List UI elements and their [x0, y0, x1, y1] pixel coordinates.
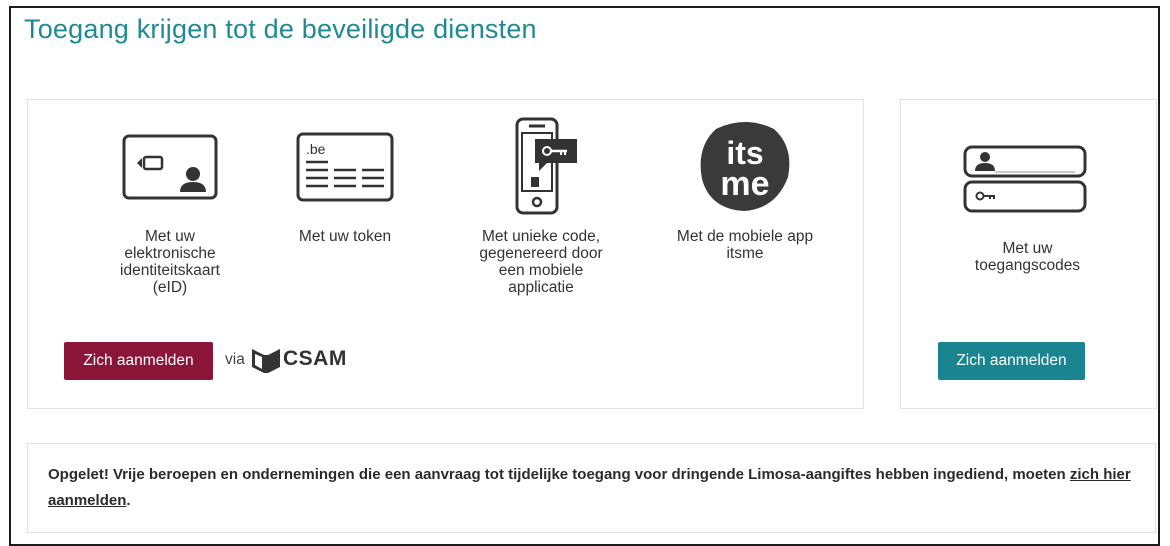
method-access-codes-label: Met uw toegangscodes	[974, 240, 1081, 274]
notice-panel: Opgelet! Vrije beroepen en ondernemingen…	[27, 443, 1156, 533]
csam-text: CSAM	[283, 347, 347, 370]
mobile-app-key-icon	[515, 117, 577, 215]
method-eid-label: Met uw elektronische identiteitskaart (e…	[120, 228, 220, 296]
method-eid: Met uw elektronische identiteitskaart (e…	[70, 130, 270, 310]
notice-period: .	[126, 492, 131, 509]
via-text: via	[225, 351, 245, 368]
id-card-icon	[122, 134, 218, 200]
csam-login-button[interactable]: Zich aanmelden	[64, 342, 213, 380]
method-token-label: Met uw token	[298, 228, 392, 245]
method-token: .be Met uw token	[245, 130, 445, 310]
method-mobile-code-label: Met unieke code, gegenereerd door een mo…	[479, 228, 603, 296]
access-codes-login-button[interactable]: Zich aanmelden	[938, 342, 1085, 380]
method-mobile-code: Met unieke code, gegenereerd door een mo…	[440, 115, 642, 310]
username-password-fields-icon	[963, 145, 1087, 213]
notice-message: Opgelet! Vrije beroepen en ondernemingen…	[48, 466, 1070, 483]
csam-logo-icon	[252, 349, 280, 373]
itsme-logo-icon: its me	[700, 122, 790, 211]
token-card-icon: .be	[296, 132, 394, 202]
notice-text: Opgelet! Vrije beroepen en ondernemingen…	[48, 462, 1138, 514]
page-title: Toegang krijgen tot de beveiligde dienst…	[24, 14, 537, 44]
method-itsme: its me Met de mobiele app itsme	[645, 115, 845, 295]
itsme-logo-me: me	[720, 165, 769, 203]
method-itsme-label: Met de mobiele app itsme	[676, 228, 814, 262]
token-be-text: .be	[306, 141, 326, 157]
